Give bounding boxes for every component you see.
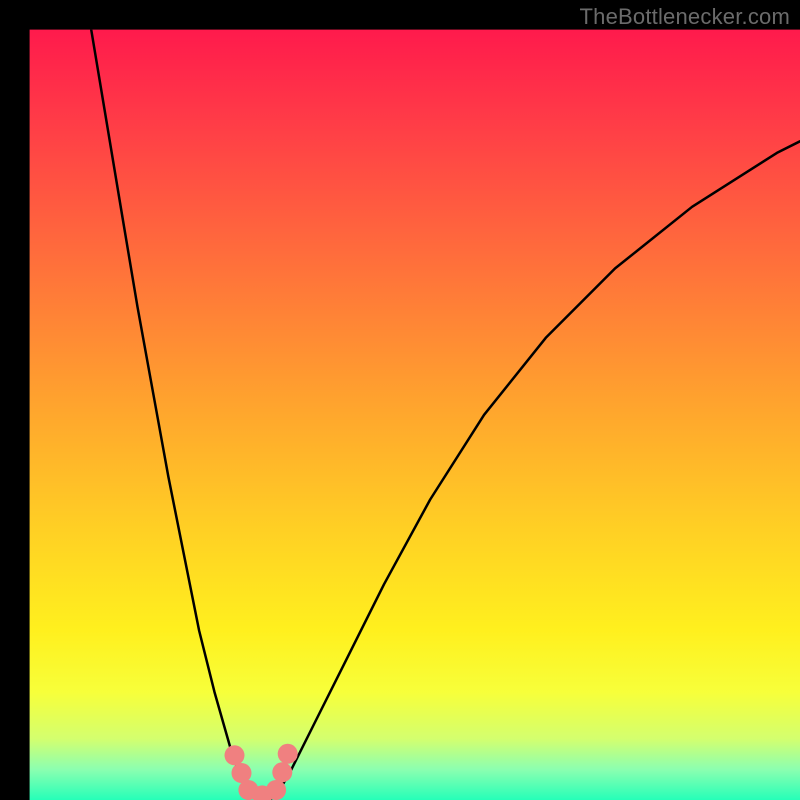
marker-bead-6 [278,744,298,764]
chart-gradient-background [30,30,800,800]
bottleneck-curve-chart [0,0,800,800]
marker-bead-5 [272,762,292,782]
marker-bead-1 [232,763,252,783]
marker-bead-4 [266,780,286,800]
watermark-text: TheBottlenecker.com [580,4,790,30]
marker-bead-0 [225,745,245,765]
chart-container: TheBottlenecker.com [0,0,800,800]
